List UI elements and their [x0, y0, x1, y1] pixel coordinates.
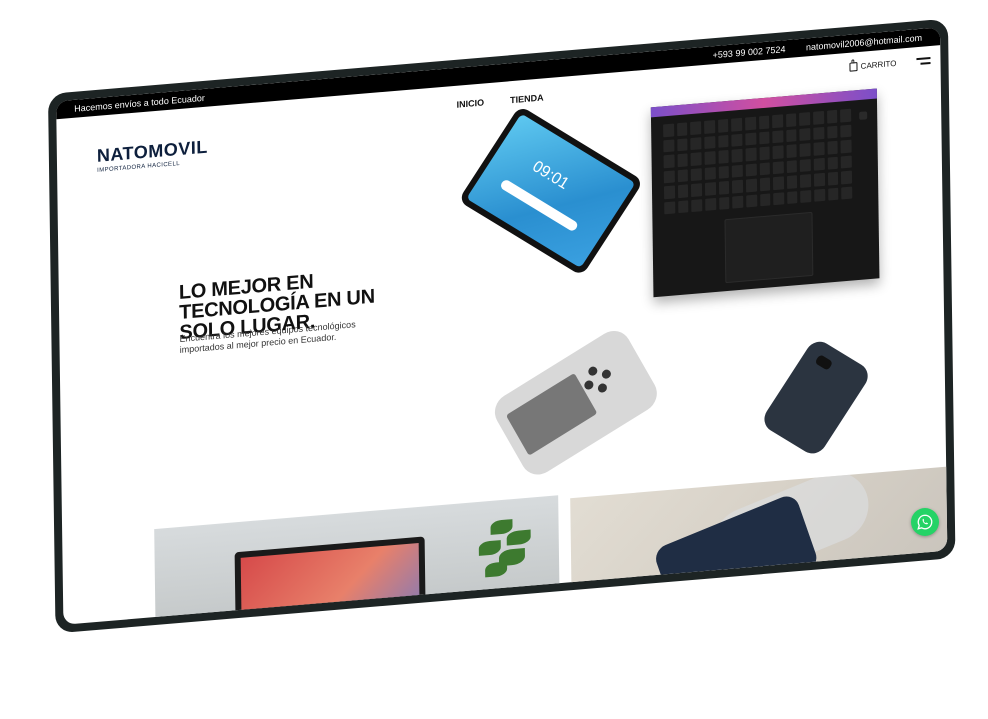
hamburger-menu-icon[interactable]: [916, 56, 931, 66]
header-actions: CARRITO: [849, 56, 931, 72]
website-screen: Hacemos envíos a todo Ecuador +593 99 00…: [56, 27, 948, 625]
primary-nav: INICIO TIENDA: [457, 92, 544, 109]
laptop-product-image: [650, 88, 880, 298]
smartphone-product-image: [759, 336, 874, 459]
nav-link-inicio[interactable]: INICIO: [457, 97, 485, 109]
laptop-touchpad: [724, 211, 814, 284]
camera-icon: [814, 354, 834, 371]
nav-link-tienda[interactable]: TIENDA: [510, 92, 544, 105]
category-card-laptops[interactable]: [154, 495, 560, 625]
plant-decoration: [470, 507, 541, 593]
cart-label: CARRITO: [860, 58, 897, 71]
tablet-search-bar: [499, 178, 580, 233]
device-frame: Hacemos envíos a todo Ecuador +593 99 00…: [48, 18, 956, 634]
brand-logo[interactable]: NATOMOVIL IMPORTADORA HACICELL: [97, 137, 208, 174]
category-card-smartphones[interactable]: [570, 465, 948, 601]
mockup-stage: Hacemos envíos a todo Ecuador +593 99 00…: [0, 0, 988, 719]
whatsapp-chat-button[interactable]: [911, 508, 939, 536]
laptop-keyboard: [663, 108, 853, 215]
shopping-bag-icon: [849, 62, 858, 72]
whatsapp-icon: [917, 514, 933, 530]
contact-phone[interactable]: +593 99 002 7524: [713, 44, 786, 60]
cart-button[interactable]: CARRITO: [849, 58, 897, 72]
power-button-icon: [859, 111, 868, 120]
handheld-console-product-image: [488, 324, 664, 482]
tablet-clock-text: 09:01: [529, 158, 572, 193]
